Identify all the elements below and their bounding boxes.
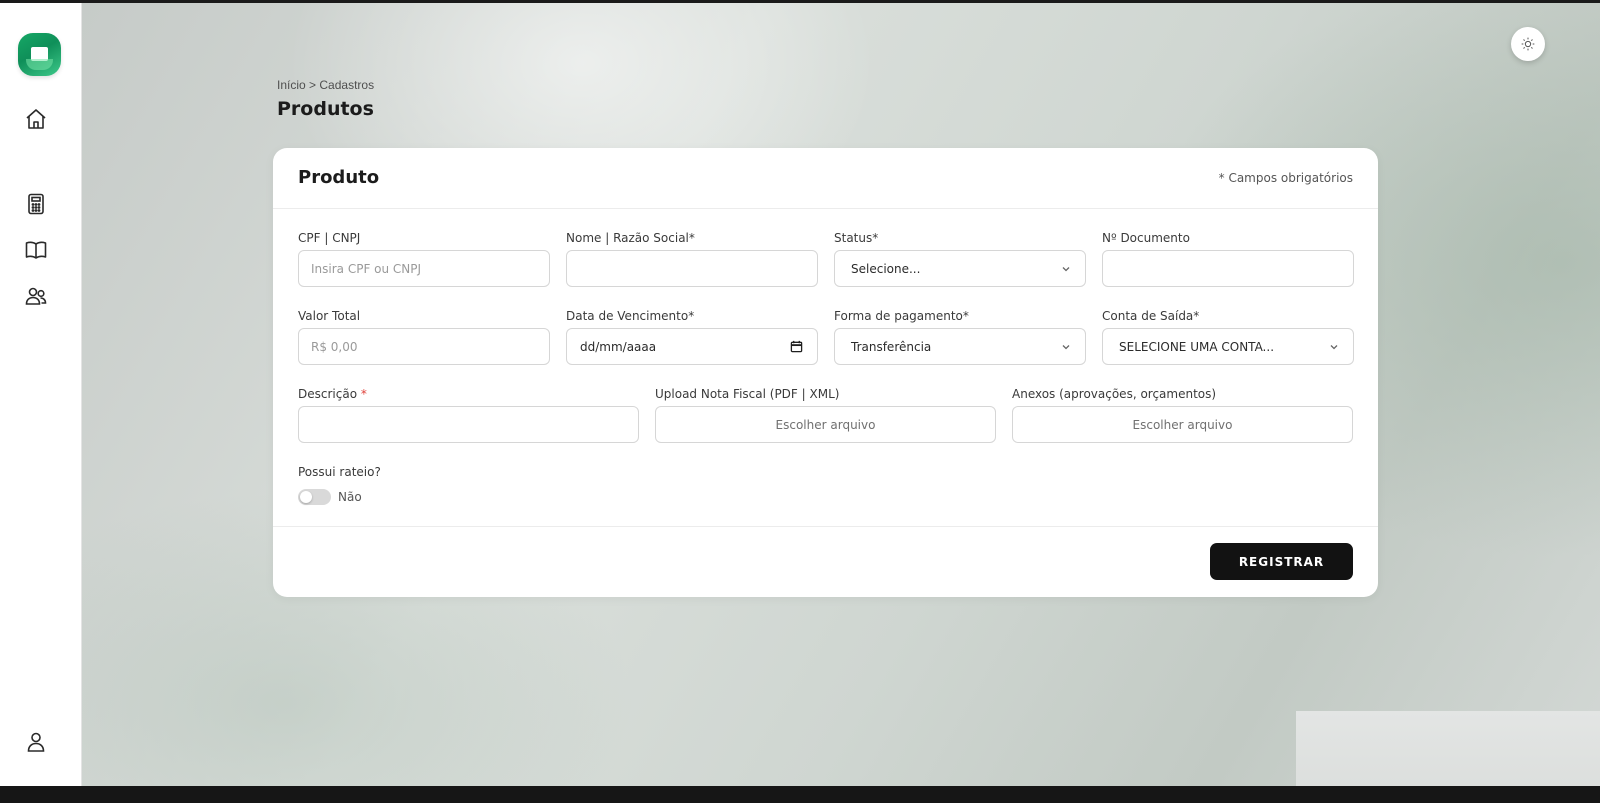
page-title: Produtos	[277, 98, 374, 120]
footer-divider	[273, 526, 1378, 527]
cpf-label: CPF | CNPJ	[298, 231, 361, 245]
pagamento-select[interactable]: Transferência	[834, 328, 1086, 365]
user-icon[interactable]	[24, 730, 48, 754]
rateio-toggle-label: Não	[338, 490, 362, 504]
breadcrumb: Início > Cadastros	[277, 78, 374, 92]
calendar-icon[interactable]	[790, 340, 803, 353]
header-divider	[273, 208, 1378, 209]
home-icon[interactable]	[24, 107, 48, 131]
pagamento-label: Forma de pagamento*	[834, 309, 969, 323]
rateio-toggle[interactable]	[298, 489, 331, 505]
cpf-input[interactable]	[298, 250, 550, 287]
app-logo[interactable]	[18, 33, 61, 76]
book-icon[interactable]	[24, 238, 48, 262]
users-icon[interactable]	[24, 284, 48, 308]
descricao-input[interactable]	[298, 406, 639, 443]
descricao-label: Descrição *	[298, 387, 367, 401]
theme-toggle-button[interactable]	[1511, 27, 1545, 61]
corner-panel	[1296, 711, 1600, 786]
status-label: Status*	[834, 231, 879, 245]
vencimento-value: dd/mm/aaaa	[580, 339, 657, 354]
calculator-icon[interactable]	[24, 192, 48, 216]
nome-input[interactable]	[566, 250, 818, 287]
status-selected: Selecione...	[851, 261, 921, 276]
status-select[interactable]: Selecione...	[834, 250, 1086, 287]
conta-selected: SELECIONE UMA CONTA...	[1119, 339, 1275, 354]
chevron-down-icon	[1062, 345, 1070, 350]
required-fields-note: * Campos obrigatórios	[1218, 171, 1353, 185]
register-button[interactable]: REGISTRAR	[1210, 543, 1353, 580]
descricao-label-text: Descrição	[298, 387, 358, 401]
breadcrumb-separator: >	[305, 78, 320, 92]
sidebar	[0, 3, 82, 786]
card-title: Produto	[298, 167, 380, 188]
conta-label: Conta de Saída*	[1102, 309, 1200, 323]
rateio-label: Possui rateio?	[298, 465, 381, 479]
conta-select[interactable]: SELECIONE UMA CONTA...	[1102, 328, 1354, 365]
vencimento-date-input[interactable]: dd/mm/aaaa	[566, 328, 818, 365]
pagamento-selected: Transferência	[851, 339, 932, 354]
product-form-card: Produto * Campos obrigatórios CPF | CNPJ…	[273, 148, 1378, 597]
documento-input[interactable]	[1102, 250, 1354, 287]
breadcrumb-home[interactable]: Início	[277, 78, 306, 92]
nome-label: Nome | Razão Social*	[566, 231, 695, 245]
window-bottom-edge	[0, 786, 1600, 803]
nota-fiscal-file-button[interactable]: Escolher arquivo	[655, 406, 996, 443]
chevron-down-icon	[1062, 267, 1070, 272]
breadcrumb-current[interactable]: Cadastros	[319, 78, 374, 92]
nota-fiscal-label: Upload Nota Fiscal (PDF | XML)	[655, 387, 840, 401]
required-mark: *	[360, 387, 367, 401]
vencimento-label: Data de Vencimento*	[566, 309, 695, 323]
sun-icon	[1521, 37, 1535, 51]
anexos-file-button[interactable]: Escolher arquivo	[1012, 406, 1353, 443]
anexos-label: Anexos (aprovações, orçamentos)	[1012, 387, 1217, 401]
valor-input[interactable]	[298, 328, 550, 365]
documento-label: Nº Documento	[1102, 231, 1190, 245]
valor-label: Valor Total	[298, 309, 361, 323]
chevron-down-icon	[1330, 345, 1338, 350]
